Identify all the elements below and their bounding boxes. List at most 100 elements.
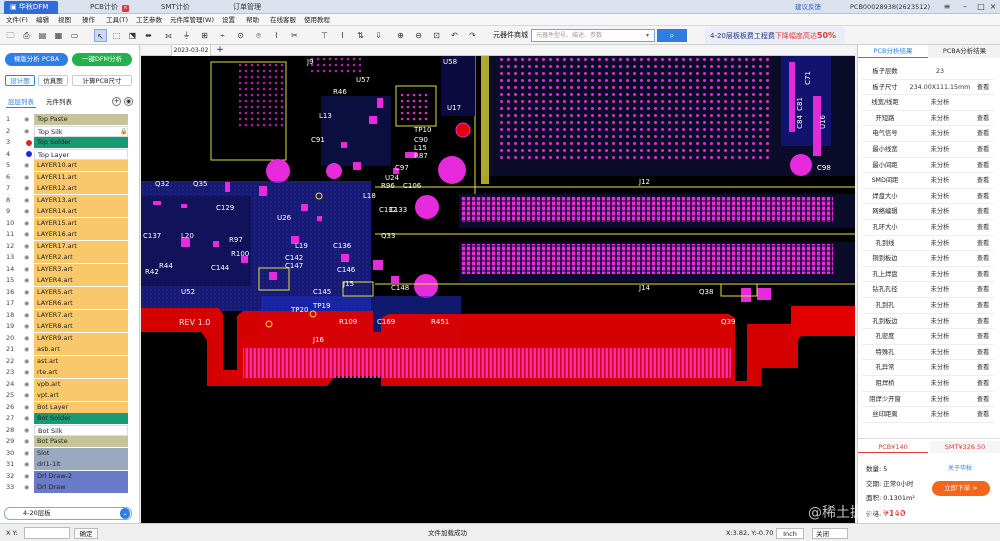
down-icon[interactable]: ⇩	[372, 29, 385, 42]
layer-row[interactable]: 4 Top Layer	[0, 148, 132, 161]
visibility-eye-icon[interactable]: ◉	[24, 358, 31, 365]
visibility-eye-icon[interactable]: ◉	[24, 277, 31, 284]
visibility-eye-icon[interactable]: ◉	[24, 128, 31, 135]
visibility-eye-icon[interactable]: ◉	[24, 174, 31, 181]
order-now-button[interactable]: 立即下单 >	[932, 481, 990, 496]
tab-component-list[interactable]: 元件列表	[44, 97, 74, 108]
tab-pcb-price[interactable]: PCB¥140	[858, 441, 928, 453]
confirm-button[interactable]: 确定	[74, 528, 98, 539]
visibility-eye-icon[interactable]: ◉	[24, 197, 31, 204]
lock-icon[interactable]: 🔒	[120, 126, 127, 137]
open-folder-icon[interactable]: 🗀	[4, 29, 17, 42]
route-icon[interactable]: ⌇	[270, 29, 283, 42]
print-icon[interactable]: ⎙	[20, 29, 33, 42]
layer-name[interactable]: Bot Layer	[34, 401, 128, 413]
view-link[interactable]: 查看	[972, 282, 994, 298]
visibility-eye-icon[interactable]: ◉	[24, 208, 31, 215]
layer-name[interactable]: LAYER8.art	[34, 321, 128, 332]
tab-huaqiu-dfm[interactable]: ▣ 华秋DFM×	[4, 1, 58, 25]
component-icon[interactable]: ⊞	[198, 29, 211, 42]
menu-operate[interactable]: 操作	[82, 14, 95, 26]
view-link[interactable]: 查看	[972, 80, 994, 96]
layer-name[interactable]: LAYER5.art	[34, 286, 128, 298]
layer-row[interactable]: 2 ◉ Top Silk 🔒	[0, 125, 132, 138]
layer-row[interactable]: 6 ◉ LAYER11.art	[0, 171, 132, 184]
layer-row[interactable]: 16 ◉ LAYER5.art	[0, 286, 132, 299]
visibility-eye-icon[interactable]: ◉	[24, 404, 31, 411]
layer-name[interactable]: vpb.art	[34, 378, 128, 390]
visibility-eye-icon[interactable]: ◉	[24, 369, 31, 376]
layer-row[interactable]: 20 ◉ LAYER9.art	[0, 332, 132, 345]
visibility-eye-icon[interactable]: ◉	[24, 116, 31, 123]
align-top-icon[interactable]: ⊤	[318, 29, 331, 42]
pad-icon[interactable]: ⏚	[180, 29, 193, 42]
layer-row[interactable]: 25 ◉ vpt.art	[0, 390, 132, 402]
visibility-eye-icon[interactable]: ◉	[24, 392, 31, 399]
screen-icon[interactable]: ▭	[68, 29, 81, 42]
layer-color-dot[interactable]	[26, 151, 32, 157]
tab-smt-price[interactable]: SMT¥326.50	[930, 441, 1000, 453]
area-select-icon[interactable]: ⬚	[110, 29, 123, 42]
tab-pcb-pricing[interactable]: PCB计价 ×	[84, 1, 135, 14]
view-link[interactable]: 查看	[972, 173, 994, 189]
zoom-fit-icon[interactable]: ⊡	[430, 29, 443, 42]
visibility-eye-icon[interactable]: ◉	[24, 438, 31, 445]
view-link[interactable]: 查看	[972, 236, 994, 252]
add-layer-icon[interactable]: +	[112, 97, 121, 106]
layer-row[interactable]: 10 ◉ LAYER15.art	[0, 217, 132, 230]
layer-name[interactable]: LAYER4.art	[34, 275, 128, 286]
menu-view[interactable]: 视图	[58, 14, 71, 26]
layer-name[interactable]: LAYER12.art	[34, 183, 128, 194]
layer-name[interactable]: LAYER2.art	[34, 252, 128, 263]
layer-name[interactable]: Top Paste	[34, 114, 128, 125]
tab-layer-list[interactable]: 层层列表	[6, 97, 36, 108]
layer-name[interactable]: Top Layer	[34, 148, 128, 160]
layer-name[interactable]: Slot	[34, 447, 128, 459]
layer-name[interactable]: LAYER16.art	[34, 229, 128, 240]
view-link[interactable]: 查看	[972, 314, 994, 330]
layer-row[interactable]: 14 ◉ LAYER3.art	[0, 263, 132, 276]
canvas-date-tab[interactable]: 2023-03-02	[171, 45, 211, 56]
menu-online-service[interactable]: 在线客服	[270, 14, 296, 26]
tab-design-view[interactable]: 设计图	[5, 75, 35, 86]
pcb-canvas[interactable]: J9 U58 U57 R46 U17 TP10 C90 L15 R87 L13 C91 U24 R96 C…	[141, 56, 855, 523]
layer-row[interactable]: 17 ◉ LAYER6.art	[0, 298, 132, 310]
menu-help[interactable]: 帮助	[246, 14, 259, 26]
layer-row[interactable]: 21 ◉ asb.art	[0, 344, 132, 356]
layer-name[interactable]: LAYER6.art	[34, 298, 128, 309]
layer-name[interactable]: Top Solder	[34, 137, 128, 148]
visibility-eye-icon[interactable]: ◉	[24, 461, 31, 468]
layer-name[interactable]: LAYER11.art	[34, 171, 128, 183]
layer-row[interactable]: 32 ◉ Drl Draw-2	[0, 470, 132, 483]
layer-row[interactable]: 9 ◉ LAYER14.art	[0, 206, 132, 218]
close-tab-icon[interactable]: ×	[121, 5, 129, 12]
menu-process-params[interactable]: 工艺参数	[136, 14, 162, 26]
visibility-eye-icon[interactable]: ◉	[24, 185, 31, 192]
layer-row[interactable]: 28 ◉ Bot Silk	[0, 424, 132, 437]
layer-row[interactable]: 11 ◉ LAYER16.art	[0, 229, 132, 241]
layer-name[interactable]: drl1-1lt	[34, 459, 128, 470]
close-window-icon[interactable]: ×	[984, 1, 1000, 13]
visibility-eye-icon[interactable]: ◉	[24, 415, 31, 422]
visibility-eye-icon[interactable]: ◉	[24, 266, 31, 273]
menu-tools[interactable]: 工具(T)	[106, 14, 128, 26]
search-button[interactable]: ⌕	[657, 29, 687, 42]
tab-simulation-view[interactable]: 仿真图	[38, 75, 68, 86]
view-link[interactable]: 查看	[972, 407, 994, 423]
layer-name[interactable]: ast.art	[34, 355, 128, 367]
layer-row[interactable]: 22 ◉ ast.art	[0, 355, 132, 368]
component-search-input[interactable]: 元器件型号、描述、参数	[531, 29, 655, 42]
tab-pcb-analysis[interactable]: PCB分析结果	[858, 45, 928, 58]
about-link[interactable]: 关于华秋	[948, 463, 972, 472]
undo-icon[interactable]: ↶	[448, 29, 461, 42]
view-link[interactable]: 查看	[972, 142, 994, 158]
layer-row[interactable]: 12 ◉ LAYER17.art	[0, 240, 132, 253]
layer-name[interactable]: LAYER9.art	[34, 332, 128, 344]
layer-name[interactable]: LAYER10.art	[34, 160, 128, 171]
layer-row[interactable]: 13 ◉ LAYER2.art	[0, 252, 132, 264]
grid-icon[interactable]: ▦	[52, 29, 65, 42]
text-icon[interactable]: Ⅰ	[336, 29, 349, 42]
trace-icon[interactable]: ⟗	[162, 29, 175, 42]
layer-row[interactable]: 8 ◉ LAYER13.art	[0, 194, 132, 207]
visibility-eye-icon[interactable]: ◉	[24, 220, 31, 227]
